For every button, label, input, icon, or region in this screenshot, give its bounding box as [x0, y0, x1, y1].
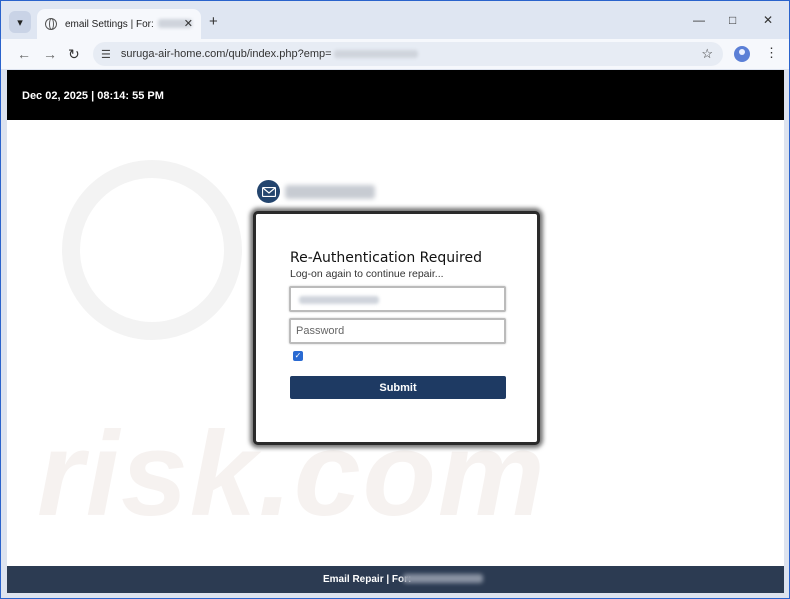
remember-checkbox[interactable]: ✓: [293, 351, 303, 361]
site-info-icon[interactable]: ☰: [101, 48, 111, 61]
minimize-icon[interactable]: —: [693, 13, 705, 27]
menu-icon[interactable]: ⋮: [765, 45, 778, 61]
reload-icon[interactable]: ↻: [68, 46, 80, 63]
browser-toolbar: ← → ↻ ☰ suruga-air-home.com/qub/index.ph…: [1, 39, 789, 69]
footer-label: Email Repair | For:: [323, 574, 412, 585]
tab-title: email Settings | For:: [65, 19, 192, 30]
card-subtitle: Log-on again to continue repair...: [290, 268, 444, 280]
card-title: Re-Authentication Required: [290, 250, 482, 266]
globe-icon: [45, 18, 57, 30]
envelope-icon: [257, 180, 280, 203]
forward-icon[interactable]: →: [43, 46, 57, 62]
page-header: Dec 02, 2025 | 08:14: 55 PM: [7, 70, 784, 120]
watermark-magnifier: [62, 160, 242, 340]
browser-window: ▾ email Settings | For: ✕ + — □ ✕ ← → ↻ …: [0, 0, 790, 599]
redacted-domain: [285, 185, 375, 199]
profile-icon[interactable]: [734, 46, 750, 62]
url-text[interactable]: suruga-air-home.com/qub/index.php?emp=: [121, 48, 418, 60]
page-footer: Email Repair | For:: [7, 566, 784, 593]
close-tab-icon[interactable]: ✕: [184, 17, 193, 30]
redacted-email: [299, 296, 379, 304]
back-icon[interactable]: ←: [17, 46, 31, 62]
login-card: Re-Authentication Required Log-on again …: [253, 211, 540, 445]
close-window-icon[interactable]: ✕: [763, 13, 773, 27]
bookmark-star-icon[interactable]: ☆: [701, 46, 713, 62]
web-page: risk.com Dec 02, 2025 | 08:14: 55 PM Re-…: [7, 70, 784, 593]
submit-button[interactable]: Submit: [290, 376, 506, 399]
tab-strip: ▾ email Settings | For: ✕ + — □ ✕: [1, 1, 789, 39]
address-bar[interactable]: ☰ suruga-air-home.com/qub/index.php?emp=…: [93, 42, 723, 66]
password-field[interactable]: [289, 318, 506, 344]
email-field[interactable]: [289, 286, 506, 312]
new-tab-icon[interactable]: +: [209, 13, 218, 30]
redacted-text: [403, 574, 483, 583]
datetime: Dec 02, 2025 | 08:14: 55 PM: [22, 90, 164, 102]
redacted-text: [333, 50, 418, 59]
tab-active[interactable]: email Settings | For: ✕: [37, 9, 201, 39]
maximize-icon[interactable]: □: [729, 13, 736, 27]
tab-search-icon[interactable]: ▾: [9, 11, 31, 33]
